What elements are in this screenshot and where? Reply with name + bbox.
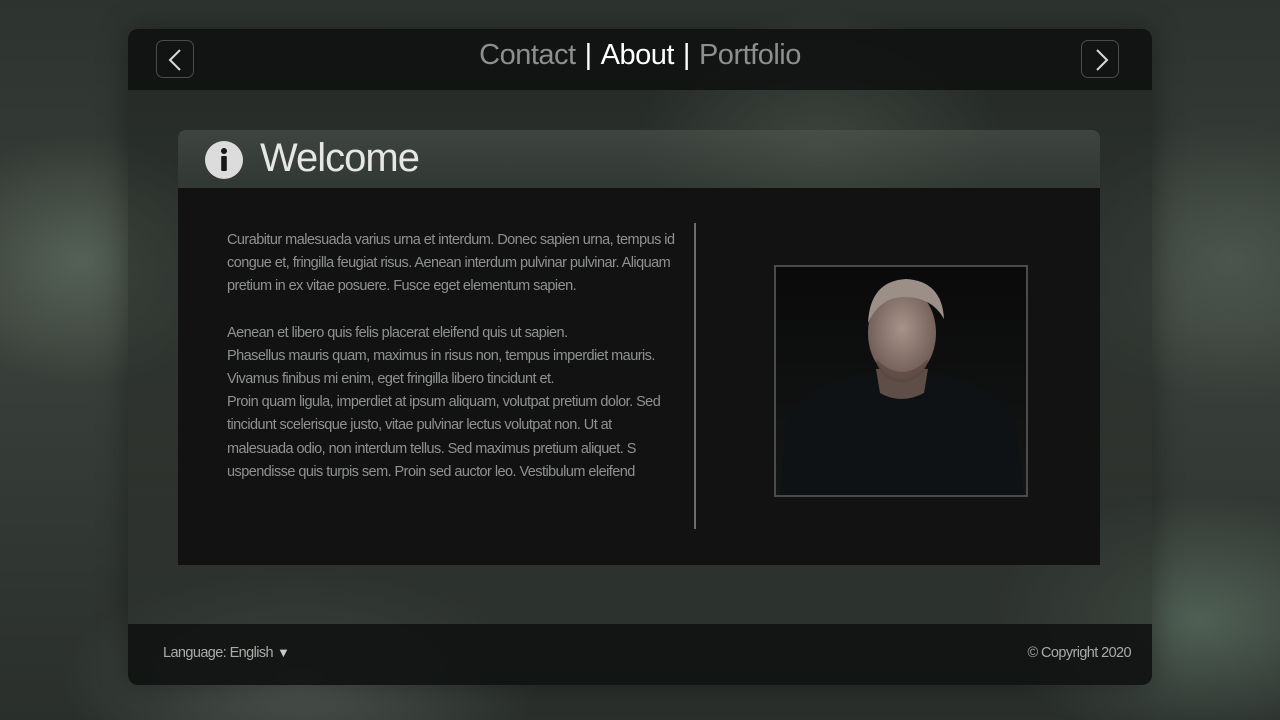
nav-separator: | [682, 39, 691, 71]
next-button[interactable] [1081, 40, 1119, 78]
panel-header: Welcome [178, 130, 1100, 188]
vertical-divider [694, 223, 696, 529]
top-bar: Contact | About | Portfolio [128, 29, 1152, 90]
nav-link-about[interactable]: About [601, 39, 675, 71]
language-label: Language: English [163, 645, 274, 661]
info-icon [205, 141, 243, 179]
profile-photo [774, 265, 1028, 497]
main-navigation: Contact | About | Portfolio [128, 39, 1152, 72]
main-window: Contact | About | Portfolio Welcome Curabitu… [128, 29, 1152, 685]
person-portrait-icon [780, 279, 1024, 495]
nav-separator: | [584, 39, 593, 71]
about-text: Curabitur malesuada varius urna et inter… [227, 229, 677, 484]
copyright-text: © Copyright 2020 [1027, 645, 1132, 661]
language-selector[interactable]: Language: English ▼ [163, 645, 290, 661]
chevron-right-icon [1096, 49, 1109, 71]
about-line: Proin quam ligula, imperdiet at ipsum al… [227, 394, 661, 480]
footer-bar: Language: English ▼ © Copyright 2020 [128, 624, 1152, 685]
panel-body: Curabitur malesuada varius urna et inter… [178, 188, 1100, 565]
panel-title: Welcome [260, 136, 420, 180]
about-line: Aenean et libero quis felis placerat ele… [227, 324, 568, 341]
caret-down-icon: ▼ [276, 645, 290, 660]
nav-link-contact[interactable]: Contact [479, 39, 576, 71]
about-paragraph: Aenean et libero quis felis placerat ele… [227, 322, 677, 484]
about-paragraph: Curabitur malesuada varius urna et inter… [227, 232, 675, 295]
about-line: Phasellus mauris quam, maximus in risus … [227, 347, 655, 388]
welcome-panel: Welcome Curabitur malesuada varius urna … [178, 130, 1100, 565]
nav-link-portfolio[interactable]: Portfolio [699, 39, 801, 71]
